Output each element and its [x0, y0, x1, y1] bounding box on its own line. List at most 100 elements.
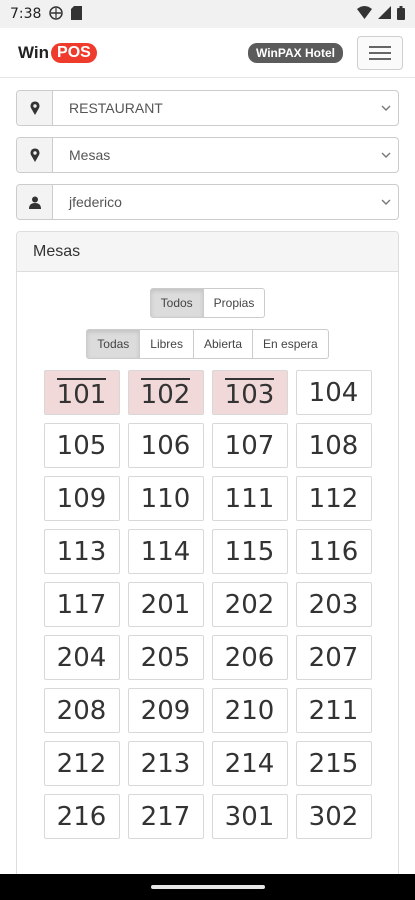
table-button[interactable]: 203	[295, 582, 372, 627]
table-number: 204	[56, 642, 107, 673]
storage-icon	[71, 5, 83, 23]
table-button[interactable]: 206	[211, 635, 288, 680]
user-icon	[17, 185, 53, 219]
table-number: 201	[140, 589, 191, 620]
filter-todas-button[interactable]: Todas	[86, 329, 141, 359]
table-button[interactable]: 205	[127, 635, 204, 680]
table-number: 110	[140, 483, 191, 514]
table-button[interactable]: 214	[211, 741, 288, 786]
table-button[interactable]: 105	[43, 423, 120, 468]
filter-libres-button[interactable]: Libres	[140, 329, 194, 359]
user-value: jfederico	[69, 194, 122, 210]
table-button[interactable]: 208	[43, 688, 120, 733]
table-number: 109	[56, 483, 107, 514]
table-number: 210	[224, 695, 275, 726]
menu-button[interactable]	[357, 35, 403, 70]
table-button[interactable]: 116	[295, 529, 372, 574]
ownership-filter: Todos Propias	[17, 288, 398, 318]
table-number: 108	[308, 430, 359, 461]
table-number: 301	[224, 801, 275, 832]
table-button[interactable]: 210	[211, 688, 288, 733]
winpos-logo: Win POS	[18, 42, 97, 63]
table-number: 103	[224, 377, 275, 410]
table-button[interactable]: 115	[211, 529, 288, 574]
filter-todos-button[interactable]: Todos	[149, 288, 204, 318]
table-button[interactable]: 107	[211, 423, 288, 468]
table-number: 102	[140, 377, 191, 410]
hamburger-icon	[369, 45, 391, 48]
table-button[interactable]: 217	[127, 794, 204, 839]
table-number: 217	[140, 801, 191, 832]
hotel-badge: WinPAX Hotel	[247, 42, 343, 63]
system-nav-bar	[0, 874, 415, 900]
table-button[interactable]: 207	[295, 635, 372, 680]
table-button[interactable]: 202	[211, 582, 288, 627]
table-button[interactable]: 112	[295, 476, 372, 521]
user-select[interactable]: jfederico	[16, 184, 399, 220]
table-button[interactable]: 108	[295, 423, 372, 468]
table-number: 211	[308, 695, 359, 726]
status-bar: 7:38	[0, 0, 415, 28]
location-value: RESTAURANT	[69, 100, 163, 116]
table-button[interactable]: 111	[211, 476, 288, 521]
table-number: 215	[308, 748, 359, 779]
table-button[interactable]: 117	[43, 582, 120, 627]
filter-en-espera-button[interactable]: En espera	[253, 329, 329, 359]
table-number: 107	[224, 430, 275, 461]
table-number: 111	[224, 483, 275, 514]
table-button[interactable]: 209	[127, 688, 204, 733]
tables-panel: Mesas Todos Propias Todas Libres Abierta…	[16, 231, 399, 881]
table-number: 113	[56, 536, 107, 567]
chevron-down-icon	[374, 185, 398, 219]
table-number: 116	[308, 536, 359, 567]
logo-win: Win	[18, 42, 50, 62]
table-button[interactable]: 104	[295, 370, 372, 415]
table-number: 105	[56, 430, 107, 461]
map-marker-icon	[17, 138, 53, 172]
table-button[interactable]: 301	[211, 794, 288, 839]
home-gesture-handle[interactable]	[150, 885, 265, 889]
table-button[interactable]: 213	[127, 741, 204, 786]
table-number: 202	[224, 589, 275, 620]
table-number: 101	[56, 377, 107, 410]
table-button[interactable]: 204	[43, 635, 120, 680]
area-select[interactable]: Mesas	[16, 137, 399, 173]
table-number: 206	[224, 642, 275, 673]
table-number: 114	[140, 536, 191, 567]
table-number: 212	[56, 748, 107, 779]
sync-icon	[49, 5, 64, 23]
table-button[interactable]: 201	[127, 582, 204, 627]
table-button[interactable]: 114	[127, 529, 204, 574]
table-button[interactable]: 106	[127, 423, 204, 468]
map-marker-icon	[17, 91, 53, 125]
logo-pos: POS	[51, 42, 97, 63]
battery-icon	[397, 5, 405, 23]
table-button[interactable]: 109	[43, 476, 120, 521]
table-button[interactable]: 212	[43, 741, 120, 786]
table-button[interactable]: 110	[127, 476, 204, 521]
panel-title: Mesas	[17, 232, 398, 272]
table-number: 216	[56, 801, 107, 832]
table-number: 203	[308, 589, 359, 620]
status-filter: Todas Libres Abierta En espera	[17, 329, 398, 359]
table-number: 117	[56, 589, 107, 620]
table-button[interactable]: 103	[211, 370, 288, 415]
table-button[interactable]: 216	[43, 794, 120, 839]
location-select[interactable]: RESTAURANT	[16, 90, 399, 126]
filter-abierta-button[interactable]: Abierta	[193, 329, 254, 359]
filter-propias-button[interactable]: Propias	[203, 288, 266, 318]
table-number: 205	[140, 642, 191, 673]
table-button[interactable]: 113	[43, 529, 120, 574]
table-button[interactable]: 302	[295, 794, 372, 839]
table-button[interactable]: 102	[127, 370, 204, 415]
table-button[interactable]: 215	[295, 741, 372, 786]
chevron-down-icon	[374, 91, 398, 125]
status-time: 7:38	[10, 6, 42, 22]
table-number: 104	[308, 377, 359, 408]
table-button[interactable]: 101	[43, 370, 120, 415]
tables-grid: 101 102 103 104 105 106 107 108 109 110 …	[17, 370, 398, 839]
signal-icon	[378, 6, 391, 22]
table-number: 213	[140, 748, 191, 779]
table-button[interactable]: 211	[295, 688, 372, 733]
table-number: 302	[308, 801, 359, 832]
